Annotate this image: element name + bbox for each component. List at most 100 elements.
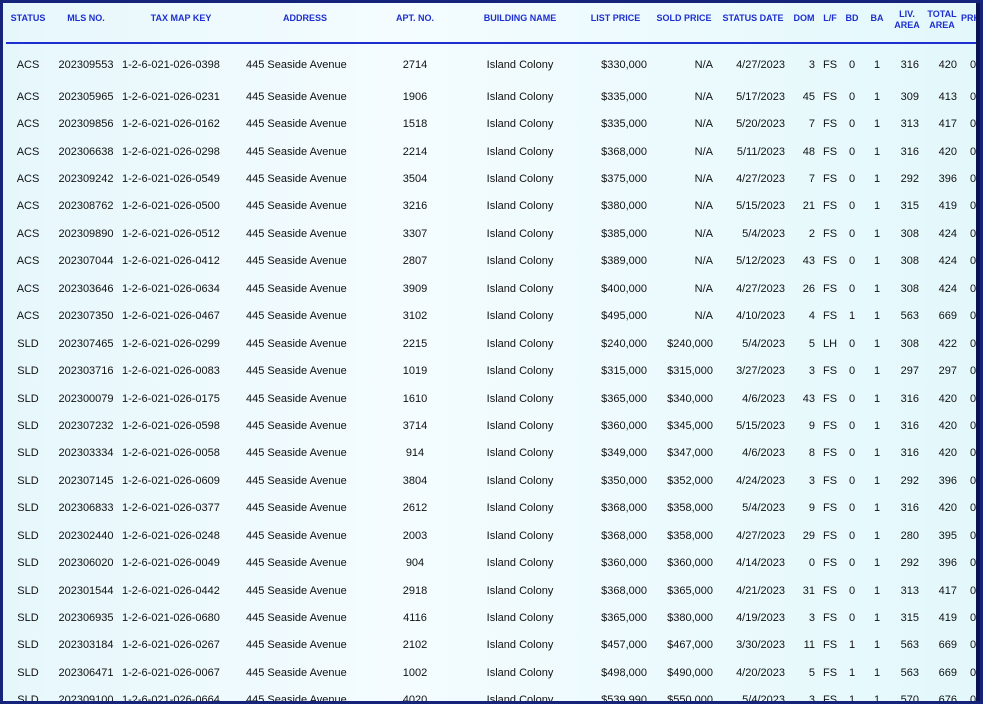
column-header-status[interactable]: STATUS bbox=[6, 7, 50, 44]
table-row[interactable]: ACS 202308762 1-2-6-021-026-0500 445 Seasid… bbox=[6, 193, 980, 220]
cell-bd: 0 bbox=[848, 255, 856, 268]
table-row[interactable]: SLD 202307232 1-2-6-021-026-0598 445 Seasid… bbox=[6, 412, 980, 439]
column-header-address[interactable]: ADDRESS bbox=[240, 7, 370, 44]
table-row[interactable]: ACS 202309856 1-2-6-021-026-0162 445 Seasid… bbox=[6, 110, 980, 137]
column-header-dom[interactable]: DOM bbox=[789, 7, 819, 44]
cell-total-area: 417 bbox=[938, 118, 957, 131]
cell-dom: 31 bbox=[802, 584, 815, 597]
cell-building-name: Island Colony bbox=[486, 419, 554, 432]
cell-total-area: 669 bbox=[938, 639, 957, 652]
table-row[interactable]: ACS 202303646 1-2-6-021-026-0634 445 Seasid… bbox=[6, 275, 980, 302]
cell-tax-map-key: 1-2-6-021-026-0298 bbox=[122, 145, 220, 158]
cell-tax-map-key: 1-2-6-021-026-0500 bbox=[122, 200, 220, 213]
cell-ba: 1 bbox=[873, 255, 881, 268]
table-row[interactable]: ACS 202306638 1-2-6-021-026-0298 445 Seasid… bbox=[6, 138, 980, 165]
table-row[interactable]: SLD 202303716 1-2-6-021-026-0083 445 Seasid… bbox=[6, 357, 980, 384]
cell-building-name: Island Colony bbox=[486, 474, 554, 487]
table-row[interactable]: ACS 202307044 1-2-6-021-026-0412 445 Seasid… bbox=[6, 248, 980, 275]
column-header-apt-no[interactable]: APT. NO. bbox=[370, 7, 460, 44]
cell-liv-area: 308 bbox=[900, 282, 919, 295]
cell-mls-no: 202307465 bbox=[58, 337, 114, 350]
column-header-mls-no[interactable]: MLS NO. bbox=[50, 7, 122, 44]
table-row[interactable]: SLD 202309100 1-2-6-021-026-0664 445 Seasid… bbox=[6, 687, 980, 701]
table-row[interactable]: SLD 202306935 1-2-6-021-026-0680 445 Seasid… bbox=[6, 604, 980, 631]
cell-prkg: 0 bbox=[969, 90, 977, 103]
table-row[interactable]: SLD 202306020 1-2-6-021-026-0049 445 Seasid… bbox=[6, 549, 980, 576]
cell-tax-map-key: 1-2-6-021-026-0467 bbox=[122, 310, 220, 323]
column-header-label: MLS NO. bbox=[67, 13, 105, 23]
cell-mls-no: 202307350 bbox=[58, 310, 114, 323]
cell-status: SLD bbox=[17, 666, 39, 679]
cell-tax-map-key: 1-2-6-021-026-0609 bbox=[122, 474, 220, 487]
table-row[interactable]: SLD 202303184 1-2-6-021-026-0267 445 Seasid… bbox=[6, 632, 980, 659]
table-row[interactable]: SLD 202303334 1-2-6-021-026-0058 445 Seasid… bbox=[6, 440, 980, 467]
column-header-ba[interactable]: BA bbox=[863, 7, 891, 44]
cell-mls-no: 202306020 bbox=[58, 557, 114, 570]
table-row[interactable]: SLD 202307465 1-2-6-021-026-0299 445 Seasid… bbox=[6, 330, 980, 357]
cell-ba: 1 bbox=[873, 666, 881, 679]
cell-mls-no: 202301544 bbox=[58, 584, 114, 597]
table-row[interactable]: ACS 202309890 1-2-6-021-026-0512 445 Seasid… bbox=[6, 220, 980, 247]
cell-bd: 1 bbox=[848, 310, 856, 323]
table-row[interactable]: SLD 202300079 1-2-6-021-026-0175 445 Seasid… bbox=[6, 385, 980, 412]
table-row[interactable]: SLD 202306833 1-2-6-021-026-0377 445 Seasid… bbox=[6, 495, 980, 522]
cell-building-name: Island Colony bbox=[486, 612, 554, 625]
table-row[interactable]: ACS 202305965 1-2-6-021-026-0231 445 Seasid… bbox=[6, 83, 980, 110]
report-frame: STATUS MLS NO. TAX MAP KEY ADDRESS APT. NO. B… bbox=[0, 0, 983, 704]
column-header-liv-area[interactable]: LIV. AREA bbox=[891, 7, 923, 44]
cell-dom: 7 bbox=[808, 173, 815, 186]
cell-tax-map-key: 1-2-6-021-026-0067 bbox=[122, 666, 220, 679]
cell-lf: FS bbox=[822, 145, 838, 158]
column-header-tax-map-key[interactable]: TAX MAP KEY bbox=[122, 7, 240, 44]
cell-prkg: 0 bbox=[969, 310, 977, 323]
table-row[interactable]: ACS 202307350 1-2-6-021-026-0467 445 Seasid… bbox=[6, 303, 980, 330]
cell-building-name: Island Colony bbox=[486, 90, 554, 103]
table-row[interactable]: ACS 202309553 1-2-6-021-026-0398 445 Seasid… bbox=[6, 43, 980, 83]
cell-liv-area: 316 bbox=[900, 419, 919, 432]
cell-total-area: 420 bbox=[938, 502, 957, 515]
table-row[interactable]: SLD 202302440 1-2-6-021-026-0248 445 Seasid… bbox=[6, 522, 980, 549]
cell-prkg: 0 bbox=[969, 173, 977, 186]
column-header-status-date[interactable]: STATUS DATE bbox=[717, 7, 789, 44]
column-header-prkg[interactable]: PRKG bbox=[961, 7, 980, 44]
cell-bd: 0 bbox=[848, 419, 856, 432]
cell-status: SLD bbox=[17, 337, 39, 350]
cell-address: 445 Seaside Avenue bbox=[246, 58, 347, 71]
cell-address: 445 Seaside Avenue bbox=[246, 584, 347, 597]
cell-bd: 1 bbox=[848, 666, 856, 679]
cell-apt-no: 3307 bbox=[402, 227, 428, 240]
column-header-lf[interactable]: L/F bbox=[819, 7, 841, 44]
cell-dom: 9 bbox=[808, 419, 815, 432]
cell-list-price: $350,000 bbox=[601, 474, 647, 487]
column-header-total-area[interactable]: TOTAL AREA bbox=[923, 7, 961, 44]
cell-status: ACS bbox=[16, 227, 40, 240]
cell-tax-map-key: 1-2-6-021-026-0398 bbox=[122, 58, 220, 71]
cell-bd: 0 bbox=[848, 173, 856, 186]
cell-tax-map-key: 1-2-6-021-026-0248 bbox=[122, 529, 220, 542]
cell-sold-price: $467,000 bbox=[667, 639, 713, 652]
cell-ba: 1 bbox=[873, 365, 881, 378]
table-row[interactable]: ACS 202309242 1-2-6-021-026-0549 445 Seasid… bbox=[6, 165, 980, 192]
cell-list-price: $389,000 bbox=[601, 255, 647, 268]
table-row[interactable]: SLD 202301544 1-2-6-021-026-0442 445 Seasid… bbox=[6, 577, 980, 604]
cell-address: 445 Seaside Avenue bbox=[246, 337, 347, 350]
cell-prkg: 0 bbox=[969, 639, 977, 652]
column-header-sold-price[interactable]: SOLD PRICE bbox=[651, 7, 717, 44]
cell-list-price: $365,000 bbox=[601, 612, 647, 625]
cell-mls-no: 202306638 bbox=[58, 145, 114, 158]
cell-dom: 26 bbox=[802, 282, 815, 295]
cell-address: 445 Seaside Avenue bbox=[246, 612, 347, 625]
column-header-list-price[interactable]: LIST PRICE bbox=[580, 7, 651, 44]
column-header-building-name[interactable]: BUILDING NAME bbox=[460, 7, 580, 44]
cell-status: ACS bbox=[16, 58, 40, 71]
cell-status-date: 4/27/2023 bbox=[736, 173, 785, 186]
cell-total-area: 417 bbox=[938, 584, 957, 597]
cell-building-name: Island Colony bbox=[486, 584, 554, 597]
column-header-bd[interactable]: BD bbox=[841, 7, 863, 44]
table-row[interactable]: SLD 202307145 1-2-6-021-026-0609 445 Seasid… bbox=[6, 467, 980, 494]
cell-address: 445 Seaside Avenue bbox=[246, 529, 347, 542]
cell-list-price: $368,000 bbox=[601, 529, 647, 542]
cell-dom: 5 bbox=[808, 666, 815, 679]
cell-list-price: $368,000 bbox=[601, 502, 647, 515]
table-row[interactable]: SLD 202306471 1-2-6-021-026-0067 445 Seasid… bbox=[6, 659, 980, 686]
